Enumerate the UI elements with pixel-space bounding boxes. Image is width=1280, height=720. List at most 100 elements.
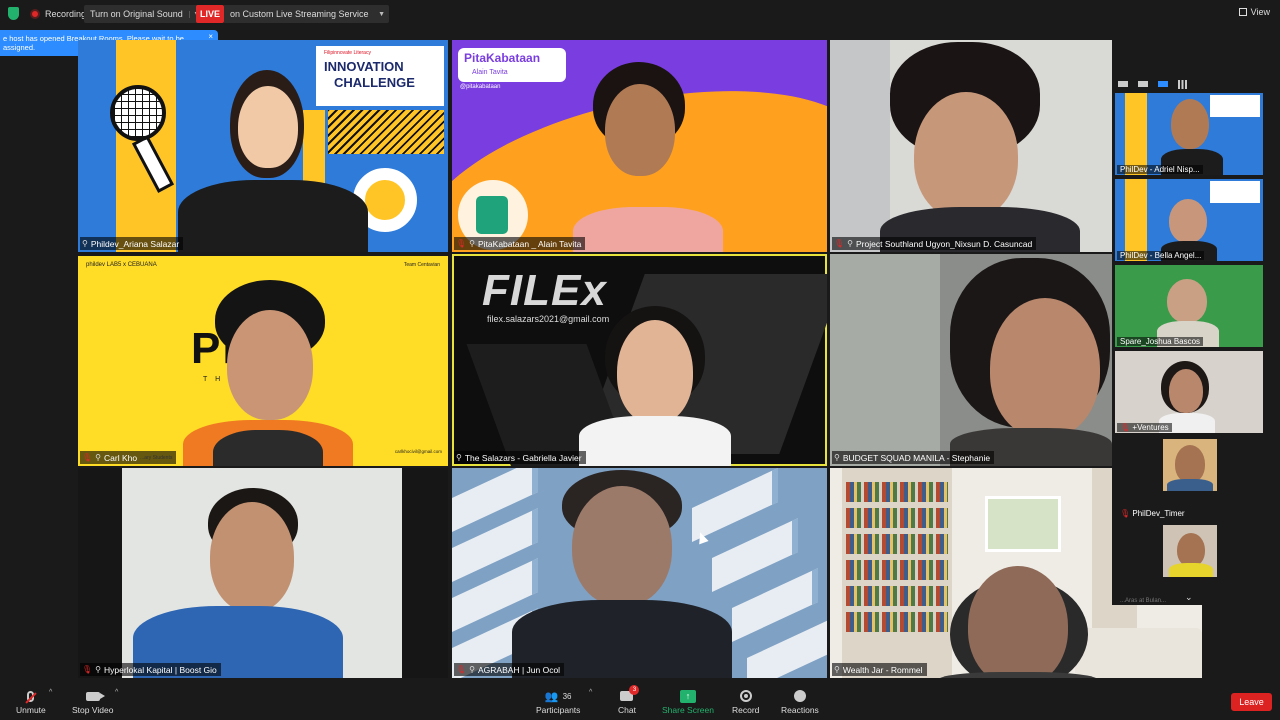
view-icon (1238, 8, 1247, 16)
participant-nametag: 🎙 ⚲ Project Southland Ugyon_Nixsun D. Ca… (832, 237, 1037, 250)
participant-name: The Salazars - Gabriella Javier (464, 452, 582, 463)
leave-button[interactable]: Leave (1231, 693, 1272, 711)
pin-icon: ⚲ (95, 665, 102, 674)
mic-muted-icon (27, 690, 35, 702)
top-bar: Recording Turn on Original Sound ▼ LIVE … (0, 0, 1280, 28)
original-sound-button[interactable]: Turn on Original Sound ▼ (84, 5, 204, 23)
filex-logo: FILEx (482, 266, 607, 315)
share-screen-icon: ↑ (679, 689, 696, 703)
pitakabataan-logo: PitaKabataan Alain Tavita (458, 48, 566, 82)
participant-name: Phildev_Ariana Salazar (90, 238, 180, 249)
participant-name: PhilDev_Timer (1132, 509, 1185, 518)
live-badge: LIVE (196, 5, 224, 23)
microphone-graphic (110, 85, 166, 141)
participant-name: AGRABAH | Jun Ocol (478, 664, 561, 675)
video-filmstrip[interactable]: PhilDev - Adriel Nisp... PhilDev - Bella… (1112, 75, 1264, 605)
view-label: View (1250, 7, 1270, 17)
video-tile[interactable]: 🎙 ⚲ Hyperlokal Kapital | Boost Gio (78, 468, 448, 678)
virtual-bg-email: filex.salazars2021@gmail.com (487, 314, 610, 324)
video-tile[interactable]: phildev LAB5 x CEBUANA Team Centavian Pl… (78, 256, 448, 466)
recording-label: Recording (45, 9, 87, 19)
pin-icon: ⚲ (95, 453, 102, 462)
chat-icon: 3 (620, 685, 640, 701)
filmstrip-tile[interactable]: ...Aras at Bulan... ⌄ (1115, 523, 1263, 605)
chat-button[interactable]: 3 Chat (618, 685, 640, 715)
share-screen-button[interactable]: ↑ Share Screen (662, 687, 714, 715)
minimize-icon[interactable] (1118, 81, 1128, 87)
chevron-down-icon[interactable]: ⌄ (1185, 592, 1193, 603)
video-tile[interactable]: ⚲ BUDGET SQUAD MANILA - Stephanie (830, 254, 1112, 466)
participant-nametag: ⚲ BUDGET SQUAD MANILA - Stephanie (832, 451, 995, 464)
live-stream-button[interactable]: on Custom Live Streaming Service ▼ (224, 5, 389, 23)
share-screen-label: Share Screen (662, 705, 714, 715)
participant-nametag: ⚲ Wealth Jar - Rommel (832, 663, 927, 676)
record-dot-icon (30, 9, 40, 19)
participant-nametag: 🎙 ⚲ Carl Kho ...ary Students (80, 451, 177, 464)
participant-name: Carl Kho (104, 452, 138, 463)
pin-icon: ⚲ (469, 665, 476, 674)
participant-name: Hyperlokal Kapital | Boost Gio (104, 664, 217, 675)
virtual-bg-footer: ...ary Students (140, 454, 173, 461)
video-tile[interactable]: 🎙 ⚲ Project Southland Ugyon_Nixsun D. Ca… (830, 40, 1112, 252)
chat-label: Chat (618, 705, 636, 715)
filmstrip-tile[interactable]: 🎙 +Ventures (1115, 351, 1263, 433)
participants-label: Participants (536, 705, 581, 715)
participant-nametag: 🎙 ⚲ Hyperlokal Kapital | Boost Gio (80, 663, 221, 676)
innovation-challenge-logo: Filipinnovate Literacy INNOVATION CHALLE… (316, 46, 444, 106)
avatar (1163, 525, 1217, 577)
chevron-up-icon[interactable]: ^ (49, 689, 52, 696)
record-icon (739, 690, 752, 702)
video-tile-active-speaker[interactable]: FILEx filex.salazars2021@gmail.com ⚲ The… (452, 254, 827, 466)
stop-video-button[interactable]: Stop Video (72, 687, 113, 715)
pin-icon: ⚲ (456, 453, 462, 462)
participant-name: PhilDev - Adriel Nisp... (1117, 165, 1203, 174)
video-tile[interactable]: Filipinnovate Literacy INNOVATION CHALLE… (78, 40, 448, 252)
security-shield-icon[interactable] (8, 7, 19, 20)
unmute-button[interactable]: Unmute (16, 687, 46, 715)
participant-nametag: 🎙 ⚲ AGRABAH | Jun Ocol (454, 663, 565, 676)
participants-icon: 👥 (544, 690, 559, 703)
pin-icon: ⚲ (834, 665, 840, 674)
recording-indicator[interactable]: Recording (30, 5, 86, 23)
participant-name: Spare_Joshua Bascos (1117, 337, 1204, 346)
participant-name: ...Aras at Bulan... (1120, 598, 1167, 604)
participant-name: PhilDev - Bella Angel... (1117, 251, 1205, 260)
participant-nametag: 🎙 ⚲ PitaKabataan _ Alain Tavita (454, 237, 586, 250)
pin-icon: ⚲ (82, 239, 88, 248)
filmstrip-tile[interactable]: PhilDev - Adriel Nisp... (1115, 93, 1263, 175)
video-tile[interactable]: PitaKabataan Alain Tavita @pitakabataan … (452, 40, 827, 252)
mic-muted-icon: 🎙 (1120, 423, 1131, 432)
record-button[interactable]: Record (732, 687, 759, 715)
pin-icon: ⚲ (847, 239, 854, 248)
reactions-label: Reactions (781, 705, 819, 715)
reactions-button[interactable]: Reactions (781, 687, 819, 715)
video-camera-icon (85, 691, 105, 701)
gallery-view-icon[interactable] (1178, 79, 1187, 89)
filmstrip-tile[interactable]: PhilDev - Bella Angel... (1115, 179, 1263, 261)
filmstrip-tile[interactable]: Spare_Joshua Bascos (1115, 265, 1263, 347)
record-label: Record (732, 705, 760, 715)
mic-muted-icon: 🎙 (834, 239, 845, 248)
mic-muted-icon: 🎙 (1120, 509, 1131, 518)
mic-muted-icon: 🎙 (456, 665, 467, 674)
view-button[interactable]: View (1238, 7, 1270, 17)
meeting-toolbar: Unmute ^ Stop Video ^ 👥 36 Participants ^… (0, 683, 1280, 720)
chevron-down-icon[interactable]: ▼ (375, 11, 389, 18)
filmstrip-header (1112, 75, 1264, 93)
speaker-view-icon[interactable] (1158, 81, 1168, 87)
reactions-icon (793, 690, 806, 702)
chevron-up-icon[interactable]: ^ (115, 689, 118, 696)
mic-muted-icon: 🎙 (82, 453, 93, 462)
participant-name: PitaKabataan _ Alain Tavita (478, 238, 582, 249)
live-stream-label: on Custom Live Streaming Service (230, 9, 369, 19)
participant-name: BUDGET SQUAD MANILA - Stephanie (842, 452, 991, 463)
participant-nametag: ⚲ The Salazars - Gabriella Javier (454, 451, 586, 464)
virtual-bg-email: carlkhocivil@gmail.com (394, 449, 442, 454)
mic-muted-icon: 🎙 (456, 239, 467, 248)
participant-name: +Ventures (1132, 423, 1169, 432)
filmstrip-tile[interactable]: 🎙 PhilDev_Timer (1115, 437, 1263, 519)
chevron-up-icon[interactable]: ^ (589, 689, 592, 696)
stop-minimize-icon[interactable] (1138, 81, 1148, 87)
participants-button[interactable]: 👥 36 Participants (536, 687, 581, 716)
video-tile[interactable]: 🎙 ⚲ AGRABAH | Jun Ocol (452, 468, 827, 678)
